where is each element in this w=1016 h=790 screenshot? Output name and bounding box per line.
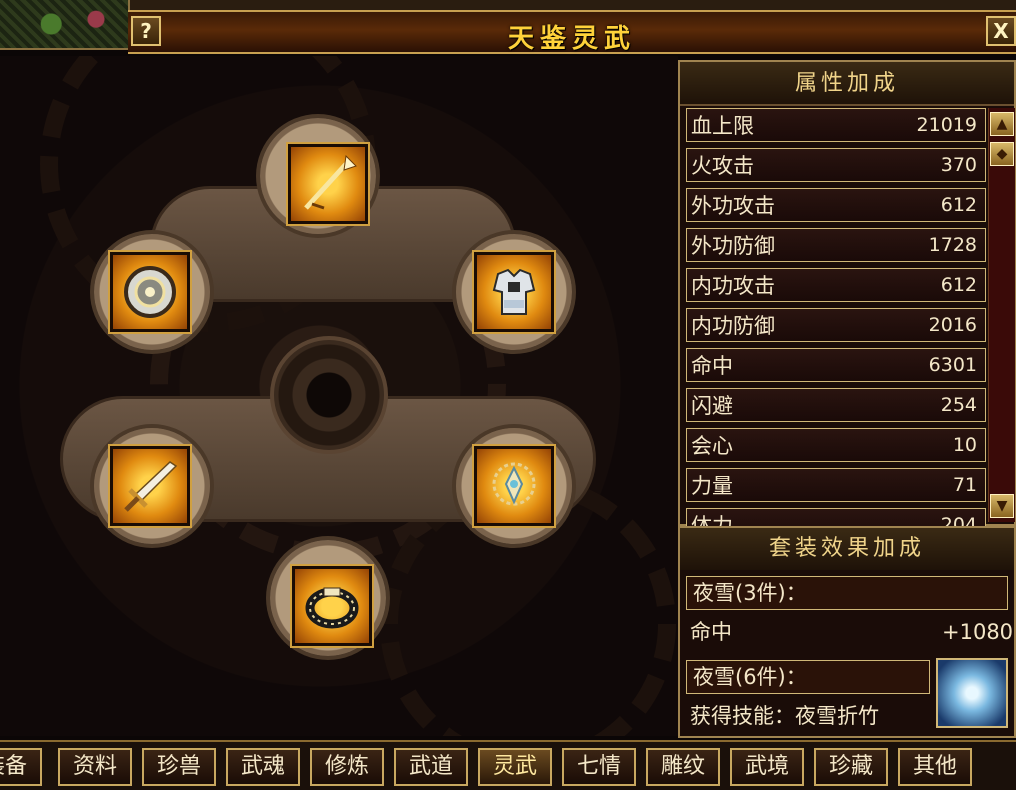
- attribute-value: 204: [940, 514, 977, 526]
- attribute-value: 71: [952, 474, 977, 496]
- center-hub: [270, 336, 388, 454]
- armor-icon: [492, 268, 536, 315]
- attribute-row: 会心 10: [686, 428, 986, 462]
- equip-slot-ring[interactable]: [290, 564, 374, 648]
- attribute-row: 体力 204: [686, 508, 986, 526]
- tab-emotions[interactable]: 七情: [562, 748, 636, 786]
- set-tier2-header: 夜雪(6件)：: [686, 660, 930, 694]
- scroll-up-icon[interactable]: ▲: [990, 112, 1014, 136]
- attribute-row: 命中 6301: [686, 348, 986, 382]
- attribute-panel: 属性加成 血上限 21019 火攻击 370 外功攻击 612 外功防御 1728 内功…: [678, 60, 1016, 526]
- attribute-row: 外功防御 1728: [686, 228, 986, 262]
- spear-icon: [304, 154, 357, 210]
- equip-slot-shield[interactable]: [108, 250, 192, 334]
- attribute-label: 体力: [691, 514, 733, 526]
- equip-slot-armor[interactable]: [472, 250, 556, 334]
- attribute-value: 612: [940, 274, 977, 296]
- attribute-label: 闪避: [691, 394, 733, 418]
- attribute-row: 火攻击 370: [686, 148, 986, 182]
- tab-collection[interactable]: 珍藏: [814, 748, 888, 786]
- attribute-value: 254: [940, 394, 977, 416]
- tab-pets[interactable]: 珍兽: [142, 748, 216, 786]
- tab-spirit-weapon[interactable]: 灵武: [478, 748, 552, 786]
- attribute-label: 外功攻击: [691, 194, 775, 218]
- attribute-panel-title: 属性加成: [680, 62, 1014, 106]
- set-tier1-stat-label: 命中: [690, 620, 732, 644]
- attribute-value: 10: [952, 434, 977, 456]
- attribute-row: 内功防御 2016: [686, 308, 986, 342]
- attribute-label: 内功攻击: [691, 274, 775, 298]
- set-bonus-title: 套装效果加成: [680, 528, 1014, 570]
- attribute-value: 6301: [928, 354, 977, 376]
- dagger-icon: [124, 461, 178, 512]
- attribute-value: 370: [940, 154, 977, 176]
- tab-realm[interactable]: 武境: [730, 748, 804, 786]
- scroll-down-icon[interactable]: ▼: [990, 494, 1014, 518]
- scroll-thumb[interactable]: ◆: [990, 142, 1014, 166]
- attribute-value: 612: [940, 194, 977, 216]
- equip-slot-spear[interactable]: [286, 142, 370, 226]
- set-tier1-header: 夜雪(3件)：: [686, 576, 1008, 610]
- ring-icon: [305, 587, 359, 629]
- title-bar: 天鉴灵武: [128, 10, 1016, 54]
- attribute-label: 内功防御: [691, 314, 775, 338]
- attribute-row: 内功攻击 612: [686, 268, 986, 302]
- skill-icon[interactable]: [936, 658, 1008, 728]
- attribute-scrollbar[interactable]: ▲ ◆ ▼: [988, 108, 1015, 522]
- attribute-list[interactable]: 血上限 21019 火攻击 370 外功攻击 612 外功防御 1728 内功攻击 612…: [686, 108, 986, 526]
- help-button[interactable]: ?: [131, 16, 161, 46]
- window-title: 天鉴灵武: [507, 24, 636, 54]
- attribute-label: 火攻击: [691, 154, 754, 178]
- attribute-row: 外功攻击 612: [686, 188, 986, 222]
- corner-decoration: [0, 0, 130, 50]
- attribute-row: 血上限 21019: [686, 108, 986, 142]
- attribute-label: 命中: [691, 354, 733, 378]
- set-tier2-skill: 获得技能：夜雪折竹: [690, 704, 879, 728]
- tab-engraving[interactable]: 雕纹: [646, 748, 720, 786]
- attribute-value: 21019: [916, 114, 977, 136]
- amulet-icon: [492, 462, 536, 506]
- attribute-row: 闪避 254: [686, 388, 986, 422]
- set-tier1-stat-value: +1080: [942, 620, 1014, 644]
- attribute-row: 力量 71: [686, 468, 986, 502]
- attribute-value: 2016: [928, 314, 977, 336]
- round-shield-icon: [124, 266, 176, 318]
- attribute-label: 力量: [691, 474, 733, 498]
- tab-other[interactable]: 其他: [898, 748, 972, 786]
- attribute-value: 1728: [928, 234, 977, 256]
- equipment-area: [0, 56, 678, 736]
- attribute-label: 血上限: [691, 114, 754, 138]
- tab-martial-way[interactable]: 武道: [394, 748, 468, 786]
- equip-slot-dagger[interactable]: [108, 444, 192, 528]
- tab-profile[interactable]: 资料: [58, 748, 132, 786]
- set-bonus-panel: 套装效果加成 夜雪(3件)： 命中 +1080 夜雪(6件)： 获得技能：夜雪折…: [678, 526, 1016, 738]
- attribute-label: 会心: [691, 434, 733, 458]
- tab-soul[interactable]: 武魂: [226, 748, 300, 786]
- equip-slot-amulet[interactable]: [472, 444, 556, 528]
- tab-equipment[interactable]: 装备: [0, 748, 42, 786]
- tab-cultivation[interactable]: 修炼: [310, 748, 384, 786]
- close-button[interactable]: X: [986, 16, 1016, 46]
- attribute-label: 外功防御: [691, 234, 775, 258]
- tab-bar: 装备 资料 珍兽 武魂 修炼 武道 灵武 七情 雕纹 武境 珍藏 其他: [0, 740, 1016, 790]
